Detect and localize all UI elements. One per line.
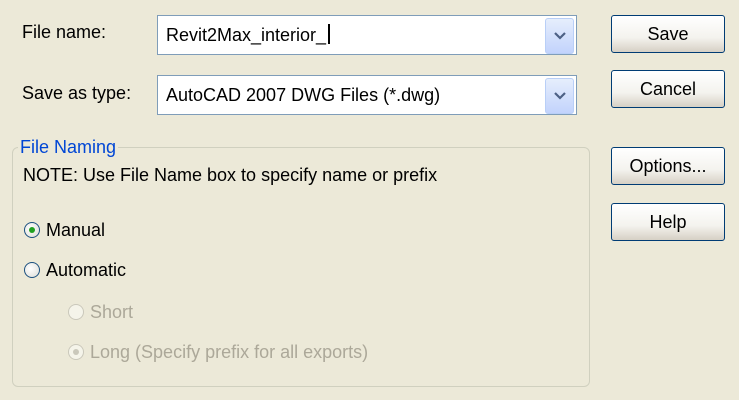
save-as-type-dropdown-button[interactable] — [545, 78, 574, 114]
radio-short-button — [68, 304, 84, 320]
save-as-type-select[interactable]: AutoCAD 2007 DWG Files (*.dwg) — [157, 75, 577, 115]
save-button[interactable]: Save — [611, 15, 725, 53]
file-naming-note: NOTE: Use File Name box to specify name … — [23, 165, 438, 185]
file-name-input[interactable]: Revit2Max_interior_ — [166, 23, 331, 47]
save-as-type-label: Save as type: — [22, 83, 132, 103]
help-button[interactable]: Help — [611, 203, 725, 241]
radio-manual-button[interactable] — [24, 222, 40, 238]
file-name-combo[interactable]: Revit2Max_interior_ — [157, 15, 577, 55]
text-cursor — [328, 24, 331, 44]
save-as-type-value: AutoCAD 2007 DWG Files (*.dwg) — [166, 85, 441, 105]
file-name-value: Revit2Max_interior_ — [166, 25, 327, 45]
radio-automatic-label[interactable]: Automatic — [46, 258, 126, 282]
radio-long-label: Long (Specify prefix for all exports) — [90, 342, 369, 362]
chevron-down-icon — [554, 92, 566, 100]
radio-manual-label[interactable]: Manual — [46, 218, 105, 242]
file-naming-legend: File Naming — [18, 136, 119, 158]
chevron-down-icon — [554, 32, 566, 40]
radio-automatic-button[interactable] — [24, 262, 40, 278]
file-name-dropdown-button[interactable] — [545, 18, 574, 54]
radio-long-button — [68, 344, 84, 360]
options-button[interactable]: Options... — [611, 147, 725, 185]
cancel-button[interactable]: Cancel — [611, 70, 725, 108]
radio-short-label: Short — [90, 302, 134, 322]
file-name-label: File name: — [22, 22, 107, 42]
